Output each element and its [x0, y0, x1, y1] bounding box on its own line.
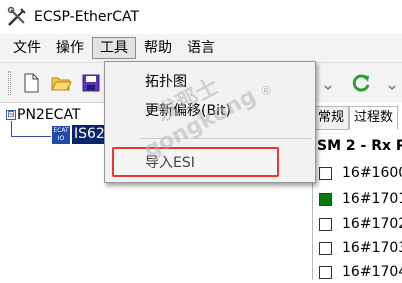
sync-manager-title: SM 2 - Rx P: [317, 138, 402, 154]
title-bar: ECSP-EtherCAT: [0, 0, 402, 34]
menu-help[interactable]: 帮助: [137, 37, 179, 59]
pdo-checkbox[interactable]: [319, 217, 332, 231]
menu-separator: [139, 138, 311, 139]
registered-mark: ®: [260, 84, 272, 98]
pdo-label: 16#1703: [342, 240, 402, 256]
pdo-checkbox[interactable]: [319, 265, 332, 279]
pdo-checkbox[interactable]: [319, 241, 332, 255]
menu-item-update-offset[interactable]: 更新偏移(Bit): [145, 100, 231, 120]
pdo-label: 16#1702: [342, 216, 402, 232]
chevron-down-icon[interactable]: [322, 72, 334, 94]
tab-general[interactable]: 常规: [313, 106, 350, 130]
pdo-checkbox[interactable]: [319, 166, 332, 180]
menu-bar: 文件 操作 工具 帮助 语言: [0, 34, 402, 62]
menu-language[interactable]: 语言: [180, 37, 222, 59]
tools-icon: [7, 6, 26, 26]
pdo-label: 16#1701: [342, 191, 402, 207]
menu-operate[interactable]: 操作: [49, 37, 91, 59]
pdo-row[interactable]: 16#1600: [319, 162, 402, 184]
pdo-checkbox[interactable]: [319, 192, 332, 206]
menu-tools[interactable]: 工具: [92, 37, 136, 59]
annotation-highlight: [112, 147, 279, 177]
ethercat-slave-icon: ECAT IO: [52, 125, 70, 144]
refresh-icon[interactable]: [350, 72, 372, 94]
menu-item-topology[interactable]: 拓扑图: [145, 71, 187, 91]
chevron-down-icon[interactable]: [386, 72, 398, 94]
pdo-label: 16#1600: [342, 165, 402, 181]
menu-file[interactable]: 文件: [6, 37, 48, 59]
toolbar-grip[interactable]: [8, 71, 11, 95]
tree-connector: [11, 121, 51, 137]
pdo-row[interactable]: 16#1703: [319, 237, 402, 259]
pdo-row[interactable]: 16#1702: [319, 213, 402, 235]
tab-strip: 常规 过程数: [313, 106, 402, 130]
pdo-label: 16#1704: [342, 264, 402, 280]
new-file-icon[interactable]: [20, 72, 42, 94]
properties-panel: 常规 过程数 SM 2 - Rx P 16#1600 16#1701 16#17…: [312, 102, 402, 280]
pdo-row[interactable]: 16#1701: [319, 188, 402, 210]
save-icon[interactable]: [80, 72, 102, 94]
open-folder-icon[interactable]: [50, 72, 72, 94]
collapse-icon[interactable]: ⊟: [6, 110, 16, 120]
window-title: ECSP-EtherCAT: [34, 9, 140, 25]
tab-process-data[interactable]: 过程数: [349, 106, 399, 130]
